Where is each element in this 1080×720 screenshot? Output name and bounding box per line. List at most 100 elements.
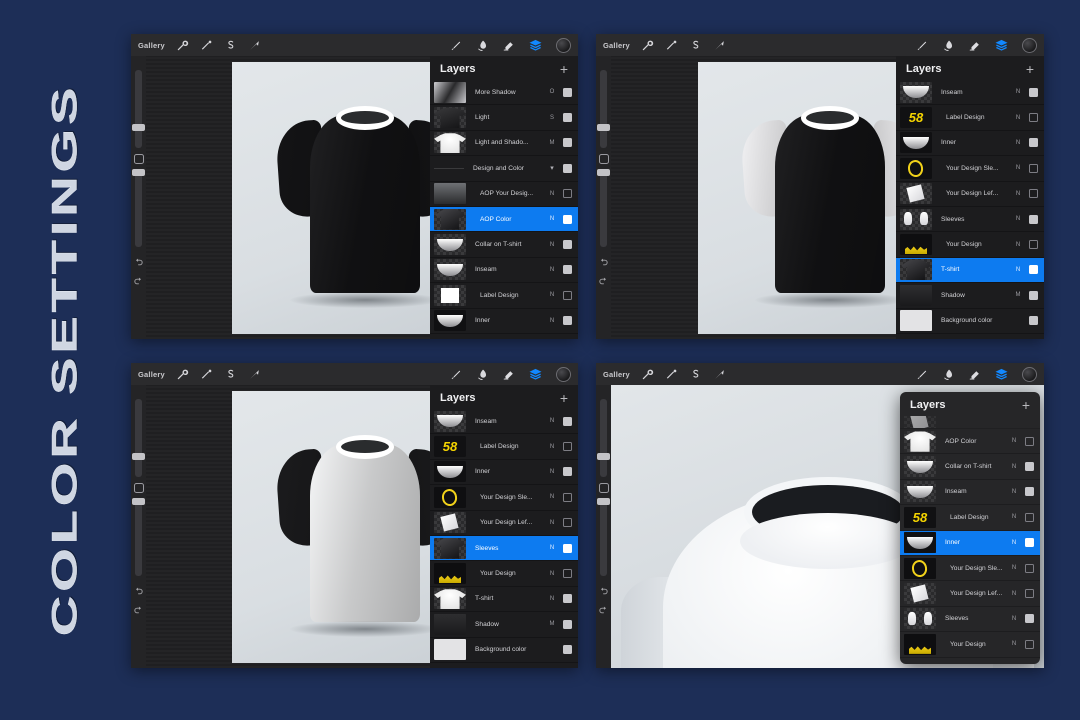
gallery-button[interactable]: Gallery xyxy=(603,41,630,50)
layer-blend-mode[interactable]: N xyxy=(1013,115,1023,121)
layer-visibility-checkbox[interactable] xyxy=(1025,614,1034,623)
layer-row[interactable]: Your Design Lef...N xyxy=(430,511,578,536)
add-layer-button[interactable]: + xyxy=(1026,64,1034,74)
layer-visibility-checkbox[interactable] xyxy=(563,291,572,300)
layer-blend-mode[interactable]: M xyxy=(547,621,557,627)
selection-s-icon[interactable] xyxy=(689,39,702,52)
layer-row[interactable]: Your DesignN xyxy=(900,632,1040,657)
layer-visibility-checkbox[interactable] xyxy=(563,620,572,629)
modify-square-button[interactable] xyxy=(134,154,144,164)
brush-size-handle[interactable] xyxy=(132,124,145,131)
selection-s-icon[interactable] xyxy=(224,368,237,381)
layer-visibility-checkbox[interactable] xyxy=(563,316,572,325)
add-layer-button[interactable]: + xyxy=(560,64,568,74)
transform-arrow-icon[interactable] xyxy=(248,368,261,381)
layer-blend-mode[interactable]: N xyxy=(547,469,557,475)
layer-visibility-checkbox[interactable] xyxy=(563,645,572,654)
layer-visibility-checkbox[interactable] xyxy=(1029,138,1038,147)
layer-blend-mode[interactable]: N xyxy=(1013,165,1023,171)
transform-arrow-icon[interactable] xyxy=(248,39,261,52)
color-swatch-icon[interactable] xyxy=(1022,38,1037,53)
layer-row[interactable]: 58Label DesignN xyxy=(896,105,1044,130)
layer-visibility-checkbox[interactable] xyxy=(563,493,572,502)
selection-s-icon[interactable] xyxy=(689,368,702,381)
layer-row[interactable]: SleevesN xyxy=(900,607,1040,632)
layer-blend-mode[interactable]: N xyxy=(547,494,557,500)
layer-visibility-checkbox[interactable] xyxy=(563,265,572,274)
redo-icon[interactable] xyxy=(133,603,144,614)
modify-square-button[interactable] xyxy=(599,154,609,164)
layer-visibility-checkbox[interactable] xyxy=(1025,513,1034,522)
layer-row[interactable] xyxy=(900,416,1040,429)
eraser-icon[interactable] xyxy=(968,368,981,381)
layer-visibility-checkbox[interactable] xyxy=(563,215,572,224)
layer-blend-mode[interactable]: M xyxy=(547,140,557,146)
layer-visibility-checkbox[interactable] xyxy=(563,88,572,97)
brush-icon[interactable] xyxy=(450,368,463,381)
magic-wand-adjustments-icon[interactable] xyxy=(665,39,678,52)
gallery-button[interactable]: Gallery xyxy=(138,41,165,50)
layer-row[interactable]: LightS xyxy=(430,105,578,130)
layer-blend-mode[interactable]: N xyxy=(1009,438,1019,444)
layer-row[interactable]: Collar on T-shirtN xyxy=(430,232,578,257)
layer-visibility-checkbox[interactable] xyxy=(1029,88,1038,97)
layer-blend-mode[interactable]: N xyxy=(1013,140,1023,146)
layer-row[interactable]: Your Design Sle...N xyxy=(900,556,1040,581)
transform-arrow-icon[interactable] xyxy=(713,368,726,381)
layer-visibility-checkbox[interactable] xyxy=(1029,164,1038,173)
brush-size-slider[interactable] xyxy=(600,399,607,477)
eraser-icon[interactable] xyxy=(502,39,515,52)
layer-blend-mode[interactable]: N xyxy=(547,444,557,450)
layer-visibility-checkbox[interactable] xyxy=(563,594,572,603)
layer-row[interactable]: Background color xyxy=(430,638,578,663)
magic-wand-adjustments-icon[interactable] xyxy=(665,368,678,381)
layer-row[interactable]: InseamN xyxy=(896,80,1044,105)
layer-list[interactable]: InseamN58Label DesignNInnerNYour Design … xyxy=(430,409,578,663)
layer-visibility-checkbox[interactable] xyxy=(1025,589,1034,598)
redo-icon[interactable] xyxy=(133,274,144,285)
layer-blend-mode[interactable]: N xyxy=(1009,591,1019,597)
brush-size-handle[interactable] xyxy=(132,453,145,460)
undo-icon[interactable] xyxy=(598,255,609,266)
layer-visibility-checkbox[interactable] xyxy=(563,240,572,249)
gallery-button[interactable]: Gallery xyxy=(603,370,630,379)
brush-size-slider[interactable] xyxy=(600,70,607,148)
layer-visibility-checkbox[interactable] xyxy=(1025,487,1034,496)
eraser-icon[interactable] xyxy=(502,368,515,381)
layer-row[interactable]: SleevesN xyxy=(430,536,578,561)
layer-visibility-checkbox[interactable] xyxy=(563,417,572,426)
opacity-slider[interactable] xyxy=(600,498,607,576)
opacity-handle[interactable] xyxy=(132,498,145,505)
wrench-actions-icon[interactable] xyxy=(641,39,654,52)
layer-visibility-checkbox[interactable] xyxy=(563,569,572,578)
layer-visibility-checkbox[interactable] xyxy=(563,164,572,173)
layer-row[interactable]: InseamN xyxy=(430,409,578,434)
layer-row[interactable]: AOP ColorN xyxy=(900,429,1040,454)
layer-row[interactable]: Your Design Sle...N xyxy=(430,485,578,510)
chevron-down-icon[interactable]: ▾ xyxy=(547,164,557,172)
brush-size-slider[interactable] xyxy=(135,70,142,148)
layer-row[interactable]: InseamN xyxy=(430,258,578,283)
layer-row[interactable]: 58Label DesignN xyxy=(900,505,1040,530)
layer-blend-mode[interactable]: N xyxy=(547,216,557,222)
layer-row[interactable]: T-shirtN xyxy=(896,258,1044,283)
layer-blend-mode[interactable]: N xyxy=(1009,565,1019,571)
modify-square-button[interactable] xyxy=(134,483,144,493)
layer-visibility-checkbox[interactable] xyxy=(1029,113,1038,122)
smudge-icon[interactable] xyxy=(476,39,489,52)
layer-row[interactable]: Your Design Lef...N xyxy=(900,581,1040,606)
brush-icon[interactable] xyxy=(450,39,463,52)
layer-blend-mode[interactable]: N xyxy=(1013,89,1023,95)
color-swatch-icon[interactable] xyxy=(556,38,571,53)
layer-visibility-checkbox[interactable] xyxy=(563,113,572,122)
layer-row[interactable]: InnerN xyxy=(900,531,1040,556)
undo-icon[interactable] xyxy=(133,255,144,266)
wrench-actions-icon[interactable] xyxy=(176,39,189,52)
opacity-handle[interactable] xyxy=(597,169,610,176)
layer-visibility-checkbox[interactable] xyxy=(563,138,572,147)
selection-s-icon[interactable] xyxy=(224,39,237,52)
opacity-slider[interactable] xyxy=(135,498,142,576)
wrench-actions-icon[interactable] xyxy=(176,368,189,381)
layer-row[interactable]: InseamN xyxy=(900,480,1040,505)
layer-blend-mode[interactable]: N xyxy=(1009,514,1019,520)
